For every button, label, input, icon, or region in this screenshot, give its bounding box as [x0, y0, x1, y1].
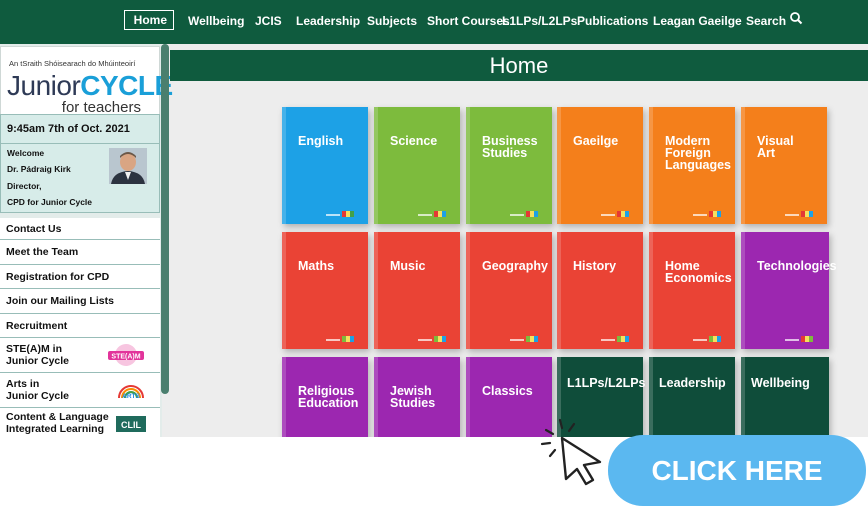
tile-label: Classics: [482, 384, 533, 398]
tile-maths[interactable]: Maths: [282, 232, 368, 349]
tile-label: Leadership: [659, 376, 726, 390]
clil-label-2: Integrated Learning: [6, 422, 105, 435]
arts-label-1: Arts in: [6, 378, 40, 390]
tile-label: Technologies: [757, 259, 837, 273]
junior-cycle-mini-logo-icon: [510, 336, 538, 342]
junior-cycle-mini-logo-icon: [693, 336, 721, 342]
junior-cycle-mini-logo-icon: [326, 336, 354, 342]
junior-cycle-mini-logo-icon: [785, 336, 813, 342]
nav-leadership[interactable]: Leadership: [296, 14, 360, 28]
tile-music[interactable]: Music: [374, 232, 460, 349]
nav-search[interactable]: Search: [746, 14, 786, 28]
logo-tagline: An tSraith Shóisearach do Mhúinteoirí: [9, 59, 136, 68]
sidebar-item-arts[interactable]: Arts in Junior Cycle ARTS: [0, 373, 160, 408]
tile-visual-art[interactable]: Visual Art: [741, 107, 827, 224]
tile-label: History: [573, 259, 617, 273]
director-title: Director,: [7, 181, 42, 191]
steam-badge-icon: STE(A)M: [108, 344, 144, 366]
tile-english[interactable]: English: [282, 107, 368, 224]
junior-cycle-mini-logo-icon: [510, 211, 538, 217]
tile-religious-education[interactable]: Religious Education: [282, 357, 368, 437]
avatar: [109, 148, 147, 184]
search-icon[interactable]: [789, 11, 803, 25]
arts-label-2: Junior Cycle: [6, 390, 70, 402]
junior-cycle-mini-logo-icon: [601, 211, 629, 217]
nav-leagan-gaeilge[interactable]: Leagan Gaeilge: [653, 14, 742, 28]
tile-history[interactable]: History: [557, 232, 643, 349]
sidebar-item-steam[interactable]: STE(A)M in Junior Cycle STE(A)M: [0, 338, 160, 373]
tile-label: Music: [390, 259, 426, 273]
page-title: Home: [170, 50, 868, 81]
junior-cycle-mini-logo-icon: [418, 211, 446, 217]
svg-text:CLIL: CLIL: [121, 420, 141, 430]
junior-cycle-mini-logo-icon: [693, 211, 721, 217]
click-here-button[interactable]: CLICK HERE: [608, 435, 866, 506]
nav-short-courses[interactable]: Short Courses: [427, 14, 510, 28]
svg-text:ARTS: ARTS: [122, 393, 140, 400]
date-time-display: 9:45am 7th of Oct. 2021: [0, 114, 160, 144]
tile-geography[interactable]: Geography: [466, 232, 552, 349]
tile-label: Gaeilge: [573, 134, 619, 148]
tile-jewish-studies[interactable]: Jewish Studies: [374, 357, 460, 437]
welcome-panel: Welcome Dr. Pádraig Kirk Director, CPD f…: [0, 144, 160, 213]
nav-home[interactable]: Home: [124, 10, 174, 30]
junior-cycle-mini-logo-icon: [326, 211, 354, 217]
sidebar: An tSraith Shóisearach do Mhúinteoirí Ju…: [0, 44, 173, 437]
director-role: CPD for Junior Cycle: [7, 197, 93, 207]
tile-gaeilge[interactable]: Gaeilge: [557, 107, 643, 224]
tile-home-economics[interactable]: Home Economics: [649, 232, 735, 349]
arts-badge-icon: ARTS: [118, 385, 144, 400]
clil-label-1: Content & Language: [6, 410, 109, 423]
tile-leadership[interactable]: Leadership: [649, 357, 735, 437]
nav-subjects[interactable]: Subjects: [367, 14, 417, 28]
tile-label: Science: [390, 134, 438, 148]
nav-wellbeing[interactable]: Wellbeing: [188, 14, 244, 28]
top-navigation-bar: Home Wellbeing JCIS Leadership Subjects …: [0, 0, 868, 44]
director-name: Dr. Pádraig Kirk: [7, 164, 71, 174]
svg-text:STE(A)M: STE(A)M: [111, 354, 140, 361]
junior-cycle-mini-logo-icon: [601, 336, 629, 342]
nav-l1lps-l2lps[interactable]: L1LPs/L2LPs: [502, 14, 577, 28]
sidebar-item-mailing-lists[interactable]: Join our Mailing Lists: [0, 289, 160, 314]
pointer-cursor-icon: [540, 418, 602, 486]
steam-label-1: STE(A)M in: [6, 343, 62, 355]
tile-label: Maths: [298, 259, 335, 273]
tile-label: Wellbeing: [751, 376, 810, 390]
tile-science[interactable]: Science: [374, 107, 460, 224]
tile-modern-foreign-languages[interactable]: Modern Foreign Languages: [649, 107, 735, 224]
tile-technologies[interactable]: Technologies: [741, 232, 837, 349]
sidebar-item-registration-cpd[interactable]: Registration for CPD: [0, 265, 160, 289]
junior-cycle-mini-logo-icon: [785, 211, 813, 217]
sidebar-item-contact-us[interactable]: Contact Us: [0, 218, 160, 240]
nav-publications[interactable]: Publications: [577, 14, 648, 28]
tile-wellbeing[interactable]: Wellbeing: [741, 357, 829, 437]
junior-cycle-mini-logo-icon: [418, 336, 446, 342]
sidebar-scrollbar[interactable]: [161, 44, 169, 394]
webpage-screenshot: Home Wellbeing JCIS Leadership Subjects …: [0, 0, 868, 437]
steam-label-2: Junior Cycle: [6, 355, 70, 367]
sidebar-item-meet-the-team[interactable]: Meet the Team: [0, 240, 160, 265]
tile-label: Geography: [482, 259, 548, 273]
tile-label: L1LPs/L2LPs: [567, 376, 646, 390]
welcome-label: Welcome: [7, 148, 45, 158]
tile-business-studies[interactable]: Business Studies: [466, 107, 552, 224]
clil-badge-icon: CLIL: [116, 416, 146, 432]
logo-wordmark: JuniorCYCLE: [7, 70, 173, 101]
sidebar-item-recruitment[interactable]: Recruitment: [0, 314, 160, 338]
sidebar-item-clil[interactable]: Content & Language Integrated Learning C…: [0, 408, 160, 437]
nav-jcis[interactable]: JCIS: [255, 14, 282, 28]
tile-label: English: [298, 134, 344, 148]
